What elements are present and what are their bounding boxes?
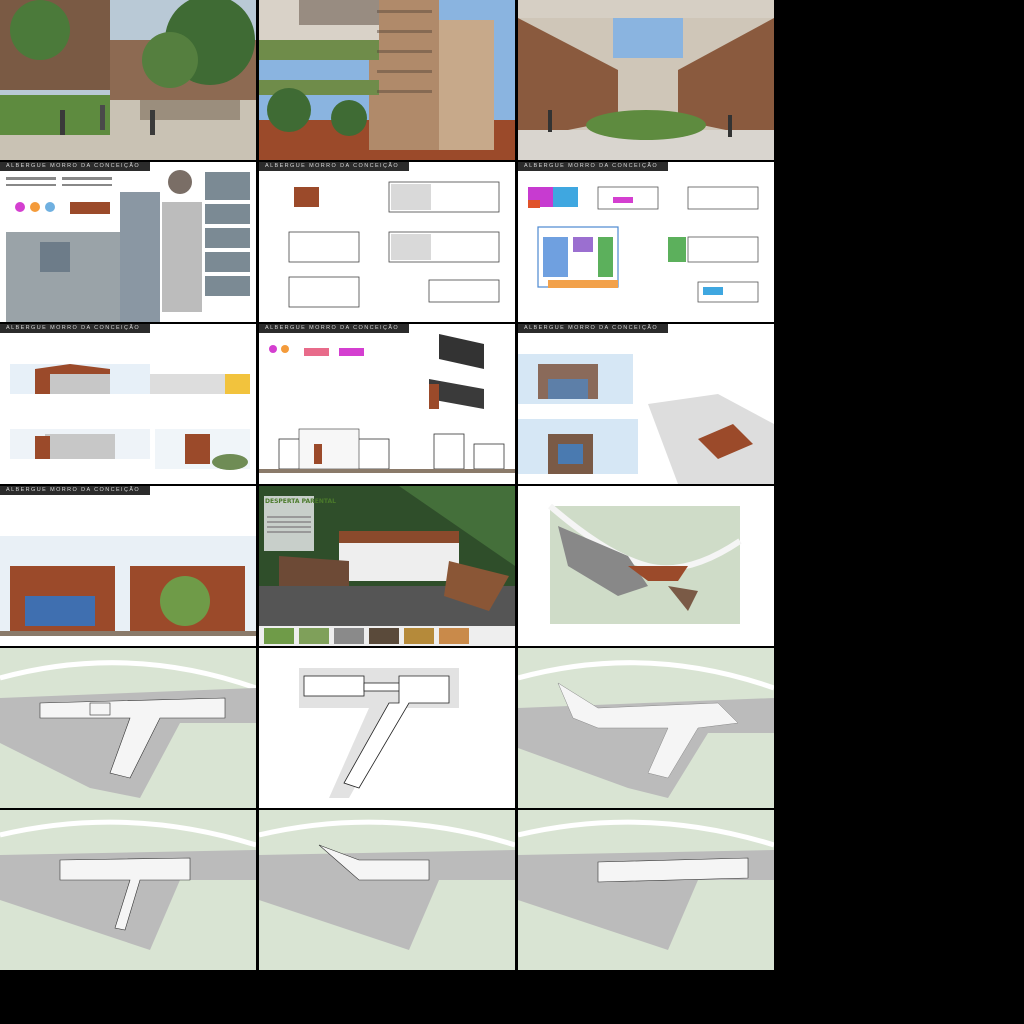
sheet-elevations: ALBERGUE MORRO DA CONCEIÇÃO	[0, 324, 256, 484]
sheet-ground-floor-plan	[0, 648, 256, 808]
sheet-site-analysis: ALBERGUE MORRO DA CONCEIÇÃO	[0, 162, 256, 322]
sheet-floor-plans: ALBERGUE MORRO DA CONCEIÇÃO	[259, 162, 515, 322]
sheet-header: ALBERGUE MORRO DA CONCEIÇÃO	[518, 324, 668, 333]
sheet-facade-renders: ALBERGUE MORRO DA CONCEIÇÃO	[518, 324, 774, 484]
sheet-level-plan-2	[259, 810, 515, 970]
sheet-site-plan	[518, 486, 774, 646]
sheet-header: ALBERGUE MORRO DA CONCEIÇÃO	[0, 162, 150, 171]
sheet-header: ALBERGUE MORRO DA CONCEIÇÃO	[259, 162, 409, 171]
poster-aerial-render: DESPERTA PARENTAL	[259, 486, 515, 646]
sheet-building-plan	[259, 648, 515, 808]
render-plaza-with-trees	[0, 0, 256, 160]
sheet-sections-axonometric: ALBERGUE MORRO DA CONCEIÇÃO	[259, 324, 515, 484]
sheet-header: ALBERGUE MORRO DA CONCEIÇÃO	[0, 486, 150, 495]
render-covered-street	[518, 0, 774, 160]
image-grid: ALBERGUE MORRO DA CONCEIÇÃO ALBERGUE MOR…	[0, 0, 774, 972]
sheet-header: ALBERGUE MORRO DA CONCEIÇÃO	[259, 324, 409, 333]
sheet-street-renders: ALBERGUE MORRO DA CONCEIÇÃO	[0, 486, 256, 646]
sheet-header: ALBERGUE MORRO DA CONCEIÇÃO	[0, 324, 150, 333]
sheet-program-diagrams: ALBERGUE MORRO DA CONCEIÇÃO	[518, 162, 774, 322]
sheet-header: ALBERGUE MORRO DA CONCEIÇÃO	[518, 162, 668, 171]
poster-title: DESPERTA PARENTAL	[265, 498, 336, 505]
sheet-level-plan-1	[0, 810, 256, 970]
sheet-roof-plan	[518, 648, 774, 808]
render-towers-with-gardens	[259, 0, 515, 160]
sheet-level-plan-3	[518, 810, 774, 970]
